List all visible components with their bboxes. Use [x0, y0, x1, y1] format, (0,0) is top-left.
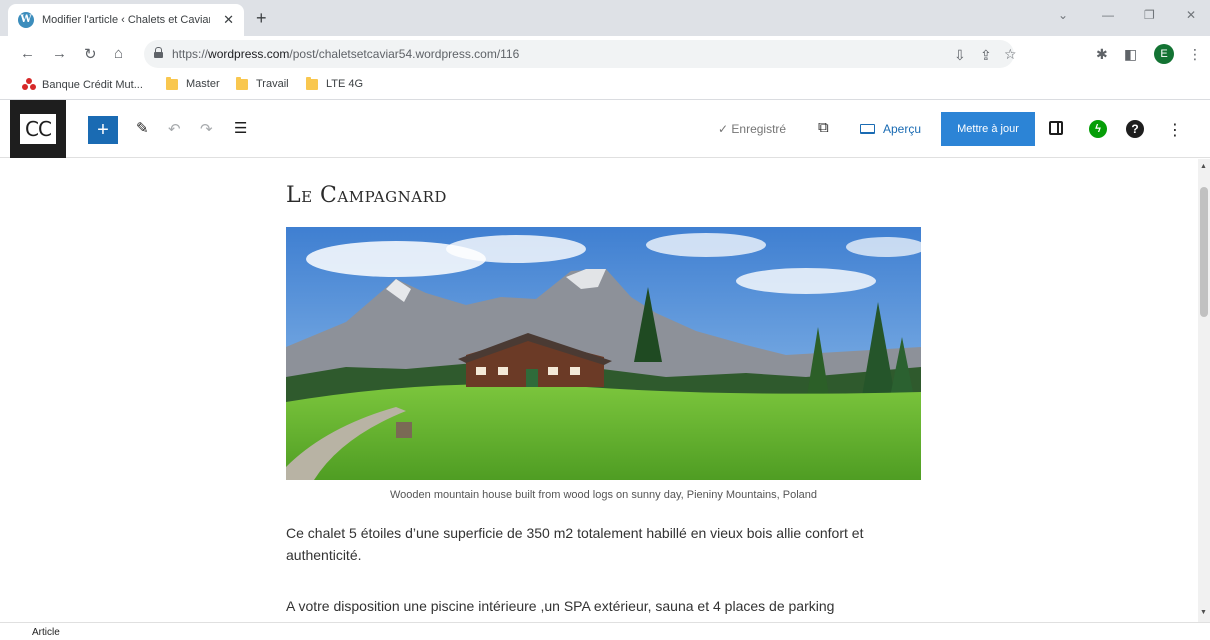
pencil-icon[interactable]: ✎	[136, 119, 149, 137]
scrollbar-thumb[interactable]	[1200, 187, 1208, 317]
breadcrumb-article[interactable]: Article	[32, 627, 60, 638]
site-icon-button[interactable]: CC	[10, 100, 66, 158]
reload-icon[interactable]: ↻	[84, 45, 97, 63]
laptop-icon	[860, 124, 875, 134]
folder-icon	[166, 76, 178, 90]
mountain-chalet-image	[286, 227, 921, 480]
bookmark-folder-travail[interactable]: Travail	[236, 76, 289, 90]
home-icon[interactable]: ⌂	[114, 45, 123, 62]
jetpack-icon[interactable]: ϟ	[1089, 120, 1107, 138]
list-view-icon[interactable]: ☰	[234, 119, 247, 137]
profile-avatar[interactable]: E	[1154, 44, 1174, 64]
close-tab-icon[interactable]: ✕	[223, 12, 234, 28]
paragraph-block[interactable]: A votre disposition une piscine intérieu…	[286, 595, 921, 617]
block-breadcrumb-bar: Article	[0, 622, 1210, 640]
address-bar[interactable]: https://wordpress.com/post/chaletsetcavi…	[144, 40, 1017, 68]
lock-icon[interactable]	[154, 47, 163, 58]
more-options-icon[interactable]: ⋮	[1167, 120, 1183, 140]
external-link-icon[interactable]: ⧉	[818, 119, 829, 136]
editor-canvas: Le Campagnard Wooden mountain house buil…	[0, 159, 1198, 622]
scroll-down-icon[interactable]: ▼	[1200, 609, 1207, 616]
site-logo: CC	[20, 114, 56, 144]
browser-tab[interactable]: W Modifier l'article ‹ Chalets et Caviar…	[8, 4, 244, 36]
bookmark-folder-lte[interactable]: LTE 4G	[306, 76, 364, 90]
settings-panel-icon[interactable]	[1049, 121, 1063, 135]
close-window-icon[interactable]: ✕	[1186, 8, 1196, 22]
side-panel-icon[interactable]: ◧	[1124, 46, 1137, 63]
forward-icon[interactable]: →	[52, 45, 67, 62]
browser-tabstrip: W Modifier l'article ‹ Chalets et Caviar…	[0, 0, 1210, 36]
image-caption[interactable]: Wooden mountain house built from wood lo…	[286, 489, 921, 501]
redo-icon[interactable]: ↷	[200, 120, 213, 138]
bookmark-label: Banque Crédit Mut...	[42, 78, 143, 91]
plus-icon: +	[97, 119, 109, 141]
url-text: https://wordpress.com/post/chaletsetcavi…	[172, 47, 520, 61]
extensions-icon[interactable]: ✱	[1096, 46, 1108, 63]
paragraph-block[interactable]: Ce chalet 5 étoiles d’une superficie de …	[286, 522, 921, 566]
bookmark-label: Master	[186, 78, 220, 90]
editor-scrollbar[interactable]: ▲ ▼	[1198, 159, 1210, 622]
update-button[interactable]: Mettre à jour	[941, 112, 1035, 146]
post-title[interactable]: Le Campagnard	[286, 183, 447, 208]
share-icon[interactable]: ⇪	[980, 47, 992, 64]
bookmark-label: Travail	[256, 78, 289, 90]
saved-status: ✓ Enregistré	[718, 122, 787, 136]
tab-search-icon[interactable]: ⌄	[1058, 8, 1068, 22]
bookmarks-bar: Banque Crédit Mut... Master Travail LTE …	[0, 72, 1210, 100]
preview-button[interactable]: Aperçu	[860, 122, 921, 136]
browser-menu-icon[interactable]: ⋮	[1188, 46, 1202, 63]
bookmark-folder-master[interactable]: Master	[166, 76, 220, 90]
new-tab-button[interactable]: +	[256, 8, 267, 29]
featured-image[interactable]	[286, 227, 921, 480]
tab-title: Modifier l'article ‹ Chalets et Caviar	[42, 14, 210, 26]
bookmark-star-icon[interactable]: ☆	[1004, 46, 1017, 63]
folder-icon	[306, 76, 318, 90]
wordpress-icon: W	[18, 12, 34, 28]
browser-toolbar: ← → ↻ ⌂ https://wordpress.com/post/chale…	[0, 36, 1210, 72]
preview-label: Aperçu	[883, 122, 922, 136]
folder-icon	[236, 76, 248, 90]
scroll-up-icon[interactable]: ▲	[1200, 163, 1207, 170]
minimize-icon[interactable]: —	[1102, 8, 1114, 22]
back-icon[interactable]: ←	[20, 45, 35, 62]
credit-mutuel-logo-icon	[22, 78, 36, 91]
help-icon[interactable]: ?	[1126, 120, 1144, 138]
undo-icon[interactable]: ↶	[168, 120, 181, 138]
restore-icon[interactable]: ❐	[1144, 8, 1155, 22]
block-inserter-button[interactable]: +	[88, 116, 118, 144]
install-app-icon[interactable]: ⇩	[954, 47, 966, 64]
bookmark-label: LTE 4G	[326, 78, 364, 90]
bookmark-banque[interactable]: Banque Crédit Mut...	[22, 78, 143, 91]
